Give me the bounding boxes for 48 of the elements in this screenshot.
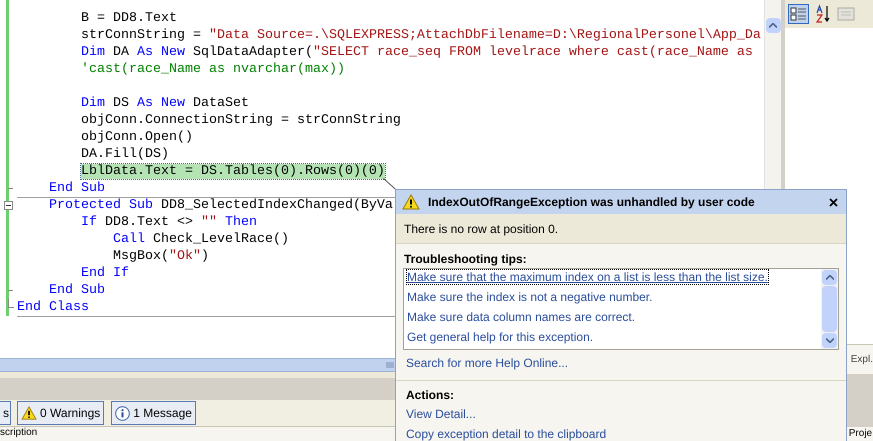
warnings-filter-button[interactable]: 0 Warnings [17, 401, 104, 425]
messages-filter-button[interactable]: 1 Message [111, 401, 196, 425]
search-online-link[interactable]: Search for more Help Online... [406, 356, 568, 370]
collapse-icon[interactable] [4, 201, 13, 210]
tip-link[interactable]: Make sure data column names are correct. [407, 310, 636, 324]
scroll-up-button[interactable] [766, 18, 781, 33]
code-line: DA.Fill(DS) [81, 147, 169, 162]
exception-message: There is no row at position 0. [404, 220, 558, 238]
code-line: 'cast(race_Name as nvarchar(max)) [81, 62, 345, 77]
code-line: strConnString = "Data Source=.\SQLEXPRESS;AttachDbFilename=D:\RegionalPersonel\App_Da [81, 28, 761, 43]
tip-link[interactable]: Make sure that the maximum index on a list is less than the list size. [407, 270, 768, 284]
chevron-down-icon [826, 338, 834, 343]
code-line: objConn.Open() [81, 130, 193, 145]
scroll-thumb[interactable] [822, 286, 837, 332]
section-heading: Actions: [406, 387, 455, 403]
code-line: End Sub [49, 181, 105, 196]
close-icon[interactable] [829, 198, 838, 206]
code-line: End Sub [49, 283, 105, 298]
tip-link[interactable]: Get general help for this exception. [407, 330, 594, 344]
code-line: If DD8.Text <> "" Then [81, 215, 257, 230]
code-line: objConn.ConnectionString = strConnString [81, 113, 401, 128]
code-line: MsgBox("Ok") [112, 249, 209, 264]
grip-icon [386, 362, 394, 368]
scroll-down-button[interactable] [822, 333, 837, 348]
panel-tab[interactable]: Expl. [850, 352, 873, 367]
warning-icon [402, 194, 420, 210]
action-link[interactable]: Copy exception detail to the clipboard [406, 427, 606, 441]
sort-alphabetical-icon[interactable] [814, 4, 831, 24]
errors-filter-button[interactable]: s [0, 401, 11, 425]
code-line: Call Check_LevelRace() [112, 232, 289, 247]
tip-link[interactable]: Make sure the index is not a negative number. [407, 290, 652, 304]
code-line: End Class [17, 300, 89, 315]
code-line: End If [81, 266, 129, 281]
code-line: Dim DS As New DataSet [81, 96, 249, 111]
info-icon [115, 406, 130, 420]
chevron-up-icon [826, 275, 834, 280]
code-line: Dim DA As New SqlDataAdapter("SELECT race_seq FROM levelrace where cast(race_Name as [81, 45, 753, 60]
column-header[interactable]: Proje [848, 427, 873, 441]
section-heading: Troubleshooting tips: [404, 251, 528, 267]
tips-scrollbar[interactable] [821, 269, 838, 349]
categorized-icon[interactable] [788, 4, 809, 24]
warning-icon [21, 406, 37, 420]
exception-title: IndexOutOfRangeException was unhandled by user code [428, 194, 756, 211]
code-line: Protected Sub DD8_SelectedIndexChanged(ByVa [49, 198, 393, 213]
action-link[interactable]: View Detail... [406, 407, 476, 422]
chevron-up-icon [769, 23, 778, 28]
scroll-up-button[interactable] [822, 270, 837, 285]
code-line: B = DD8.Text [81, 11, 177, 26]
